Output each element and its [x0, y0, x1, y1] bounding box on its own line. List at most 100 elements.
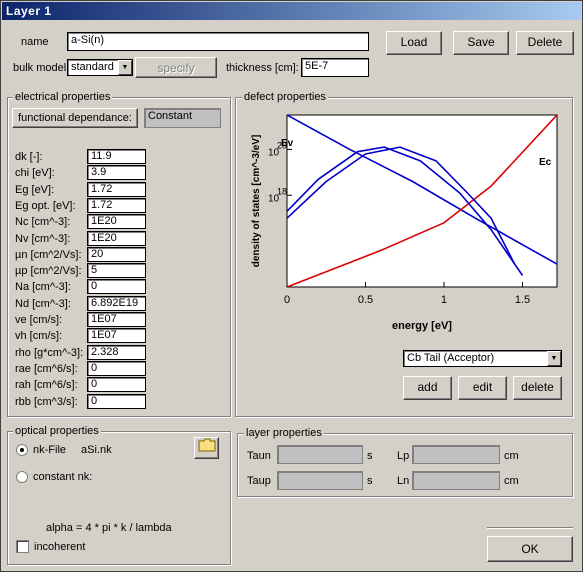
- electrical-row-label: Nv [cm^-3]:: [15, 232, 71, 245]
- electrical-row-field[interactable]: 0: [87, 360, 146, 376]
- electrical-row-label: Na [cm^-3]:: [15, 281, 71, 294]
- electrical-row-field[interactable]: 0: [87, 393, 146, 409]
- nk-file-value: aSi.nk: [81, 444, 112, 456]
- edit-label: edit: [472, 380, 493, 394]
- add-label: add: [417, 380, 438, 394]
- taup-field[interactable]: [277, 471, 363, 490]
- defect-properties-title: defect properties: [242, 91, 328, 103]
- plot-area: [286, 114, 558, 288]
- delete-defect-button[interactable]: delete: [513, 376, 562, 400]
- functional-dependance-label: functional dependance:: [18, 112, 132, 124]
- layer-properties-title: layer properties: [244, 427, 324, 439]
- x-tick-label: 0: [284, 294, 290, 306]
- electrical-row-field[interactable]: 1E20: [87, 230, 146, 246]
- defect-type-value: Cb Tail (Acceptor): [407, 352, 495, 364]
- electrical-row-label: rah [cm^6/s]:: [15, 379, 78, 392]
- annotation-ec: Ec: [539, 157, 552, 168]
- electrical-row-label: rbb [cm^3/s]:: [15, 395, 78, 408]
- electrical-row-label: dk [-]:: [15, 151, 43, 163]
- electrical-row-field[interactable]: 6.892E19: [87, 295, 146, 311]
- ok-button[interactable]: OK: [487, 536, 573, 562]
- load-label: Load: [400, 35, 428, 49]
- specify-button[interactable]: specify: [135, 57, 217, 78]
- x-tick-label: 1.5: [515, 294, 530, 306]
- functional-dependance-button[interactable]: functional dependance:: [12, 108, 138, 128]
- name-field[interactable]: a-Si(n): [67, 32, 369, 51]
- thickness-field[interactable]: 5E-7: [301, 58, 369, 77]
- electrical-row-label: rho [g*cm^-3]:: [15, 346, 84, 359]
- defect-type-select[interactable]: Cb Tail (Acceptor) ▼: [403, 350, 562, 367]
- electrical-row-field[interactable]: 20: [87, 246, 146, 262]
- electrical-row-field[interactable]: 1E20: [87, 214, 146, 230]
- footer-separator: [487, 527, 573, 529]
- electrical-properties-title: electrical properties: [13, 91, 113, 103]
- electrical-row-field[interactable]: 1.72: [87, 181, 146, 197]
- electrical-row-field[interactable]: 11.9: [87, 149, 146, 164]
- name-label: name: [21, 36, 49, 48]
- electrical-row-field[interactable]: 1E07: [87, 312, 146, 327]
- annotation-ev: Ev: [281, 138, 294, 149]
- taup-label: Taup: [247, 475, 271, 487]
- optical-properties-title: optical properties: [13, 425, 101, 437]
- electrical-row-label: µp [cm^2/Vs]:: [15, 265, 82, 278]
- taun-field[interactable]: [277, 445, 363, 464]
- dropdown-arrow-icon[interactable]: ▼: [547, 351, 561, 366]
- electrical-row-label: Eg opt. [eV]:: [15, 199, 76, 212]
- electrical-row-label: ve [cm/s]:: [15, 314, 63, 326]
- electrical-row-label: Nc [cm^-3]:: [15, 216, 71, 229]
- edit-defect-button[interactable]: edit: [458, 376, 507, 400]
- y-axis-label: density of states [cm^-3/eV]: [251, 135, 262, 268]
- delete-button[interactable]: Delete: [516, 31, 574, 55]
- dropdown-arrow-icon[interactable]: ▼: [118, 60, 132, 75]
- electrical-row-field[interactable]: 1.72: [87, 197, 146, 213]
- electrical-row-field[interactable]: 3.9: [87, 165, 146, 181]
- delete-defect-label: delete: [521, 380, 554, 394]
- electrical-row-label: Nd [cm^-3]:: [15, 297, 71, 310]
- thickness-label: thickness [cm]:: [226, 62, 299, 74]
- alpha-formula: alpha = 4 * pi * k / lambda: [46, 522, 172, 534]
- electrical-row-label: µn [cm^2/Vs]:: [15, 248, 82, 261]
- x-tick-label: 0.5: [358, 294, 373, 306]
- electrical-row-field[interactable]: 2.328: [87, 344, 146, 360]
- nk-file-label: nk-File: [33, 444, 67, 456]
- bulk-model-value: standard: [71, 61, 114, 73]
- x-tick-label: 1: [441, 294, 447, 306]
- electrical-row-field[interactable]: 0: [87, 279, 146, 295]
- add-defect-button[interactable]: add: [403, 376, 452, 400]
- lp-label: Lp: [397, 450, 410, 462]
- electrical-row-label: vh [cm/s]:: [15, 330, 63, 343]
- constant-nk-radio[interactable]: [16, 471, 28, 483]
- taun-unit: s: [367, 450, 373, 462]
- ok-label: OK: [521, 542, 539, 556]
- save-label: Save: [467, 35, 495, 49]
- taup-unit: s: [367, 475, 373, 487]
- incoherent-label: incoherent: [34, 541, 86, 553]
- window-title: Layer 1: [2, 2, 581, 20]
- x-axis-label: energy [eV]: [392, 320, 452, 332]
- ln-unit: cm: [504, 475, 519, 487]
- electrical-row-label: chi [eV]:: [15, 167, 55, 180]
- functional-dependance-value: Constant: [144, 108, 221, 128]
- open-folder-button[interactable]: [194, 437, 219, 459]
- ln-label: Ln: [397, 475, 410, 487]
- lp-field[interactable]: [412, 445, 500, 464]
- save-button[interactable]: Save: [453, 31, 509, 55]
- nk-file-radio[interactable]: [16, 444, 28, 456]
- electrical-row-label: rae [cm^6/s]:: [15, 362, 78, 375]
- bulk-model-select[interactable]: standard ▼: [67, 59, 133, 76]
- lp-unit: cm: [504, 450, 519, 462]
- ln-field[interactable]: [412, 471, 500, 490]
- folder-icon: [198, 438, 215, 452]
- load-button[interactable]: Load: [386, 31, 442, 55]
- dos-chart: 0 0.5 1 1.5 10201018 Ev Ec energy [eV] dens…: [251, 114, 558, 332]
- constant-nk-label: constant nk:: [33, 471, 93, 483]
- incoherent-checkbox[interactable]: [16, 540, 29, 553]
- delete-label: Delete: [527, 35, 563, 49]
- electrical-row-field[interactable]: 1E07: [87, 328, 146, 344]
- y-tick-label-exponent: 18: [277, 186, 287, 196]
- bulk-model-label: bulk model: [13, 62, 67, 74]
- electrical-row-field[interactable]: 5: [87, 263, 146, 279]
- electrical-row-field[interactable]: 0: [87, 377, 146, 393]
- taun-label: Taun: [247, 450, 271, 462]
- electrical-row-label: Eg [eV]:: [15, 183, 55, 196]
